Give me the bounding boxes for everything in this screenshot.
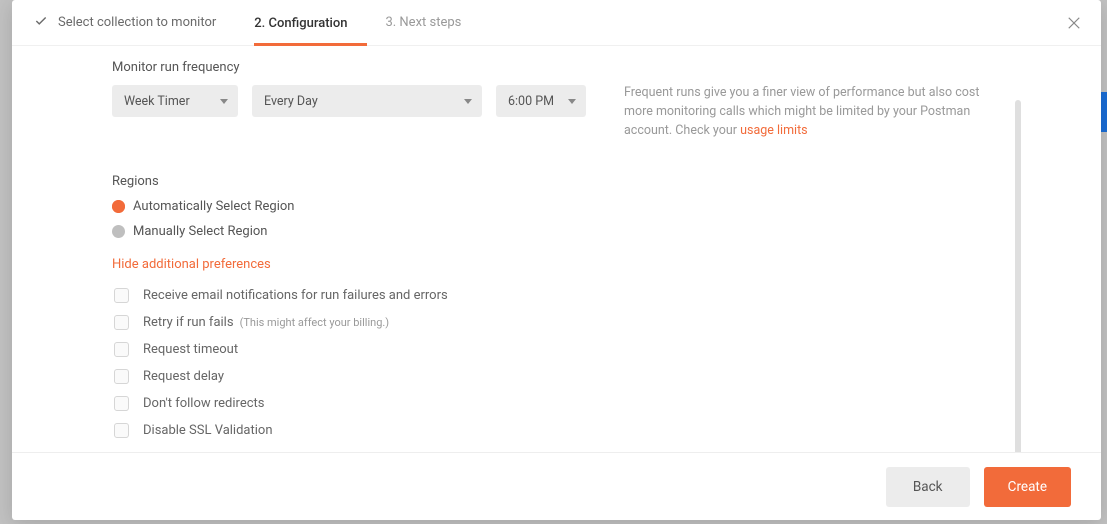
toggle-additional-prefs[interactable]: Hide additional preferences: [112, 257, 1015, 272]
usage-limits-link[interactable]: usage limits: [740, 123, 808, 138]
back-button[interactable]: Back: [886, 467, 970, 507]
checkbox-icon: [114, 369, 129, 384]
caret-down-icon: [568, 99, 576, 104]
create-monitor-modal: Select collection to monitor 2. Configur…: [12, 0, 1101, 520]
checkbox-email[interactable]: Receive email notifications for run fail…: [112, 288, 1015, 303]
radio-auto-label: Automatically Select Region: [133, 199, 294, 214]
chk-retry-label: Retry if run fails: [143, 315, 234, 330]
chk-ssl-label: Disable SSL Validation: [143, 423, 273, 438]
step-2[interactable]: 2. Configuration: [254, 0, 367, 46]
checkbox-icon: [114, 396, 129, 411]
checkbox-icon: [114, 342, 129, 357]
step-1[interactable]: Select collection to monitor: [34, 0, 236, 46]
step-2-label: 2. Configuration: [254, 16, 347, 31]
frequency-label: Monitor run frequency: [112, 60, 1015, 75]
create-button[interactable]: Create: [984, 467, 1071, 507]
chk-timeout-label: Request timeout: [143, 342, 238, 357]
radio-manual-region[interactable]: Manually Select Region: [112, 224, 1015, 239]
radio-auto-region[interactable]: Automatically Select Region: [112, 199, 1015, 214]
modal-content: Monitor run frequency Week Timer Every D…: [12, 46, 1101, 452]
timer-select[interactable]: Week Timer: [112, 85, 238, 117]
timer-value: Week Timer: [124, 94, 190, 109]
radio-dot-icon: [112, 200, 125, 213]
chk-delay-label: Request delay: [143, 369, 224, 384]
scrollbar[interactable]: [1015, 100, 1021, 452]
step-3[interactable]: 3. Next steps: [385, 0, 481, 46]
chk-redirects-label: Don't follow redirects: [143, 396, 265, 411]
step-1-label: Select collection to monitor: [58, 15, 216, 30]
checkbox-icon: [114, 315, 129, 330]
checkbox-delay[interactable]: Request delay: [112, 369, 1015, 384]
step-3-label: 3. Next steps: [385, 15, 461, 30]
checkbox-timeout[interactable]: Request timeout: [112, 342, 1015, 357]
close-button[interactable]: [1061, 10, 1087, 36]
checkbox-ssl[interactable]: Disable SSL Validation: [112, 423, 1015, 438]
radio-manual-label: Manually Select Region: [133, 224, 267, 239]
chk-email-label: Receive email notifications for run fail…: [143, 288, 448, 303]
time-select[interactable]: 6:00 PM: [496, 85, 586, 117]
checkbox-retry[interactable]: Retry if run fails (This might affect yo…: [112, 315, 1015, 330]
check-icon: [34, 14, 48, 32]
regions-label: Regions: [112, 174, 1015, 189]
regions-section: Regions Automatically Select Region Manu…: [112, 174, 1015, 239]
chk-retry-sub: (This might affect your billing.): [240, 316, 390, 329]
frequency-hint: Frequent runs give you a finer view of p…: [624, 84, 984, 140]
frequency-row: Week Timer Every Day 6:00 PM Frequent ru…: [112, 85, 1015, 140]
day-value: Every Day: [264, 94, 318, 109]
caret-down-icon: [464, 99, 472, 104]
day-select[interactable]: Every Day: [252, 85, 482, 117]
time-value: 6:00 PM: [508, 94, 554, 109]
radio-dot-icon: [112, 225, 125, 238]
checkbox-redirects[interactable]: Don't follow redirects: [112, 396, 1015, 411]
step-header: Select collection to monitor 2. Configur…: [12, 0, 1101, 46]
modal-footer: Back Create: [12, 452, 1101, 520]
checkbox-icon: [114, 288, 129, 303]
caret-down-icon: [220, 99, 228, 104]
checkbox-icon: [114, 423, 129, 438]
